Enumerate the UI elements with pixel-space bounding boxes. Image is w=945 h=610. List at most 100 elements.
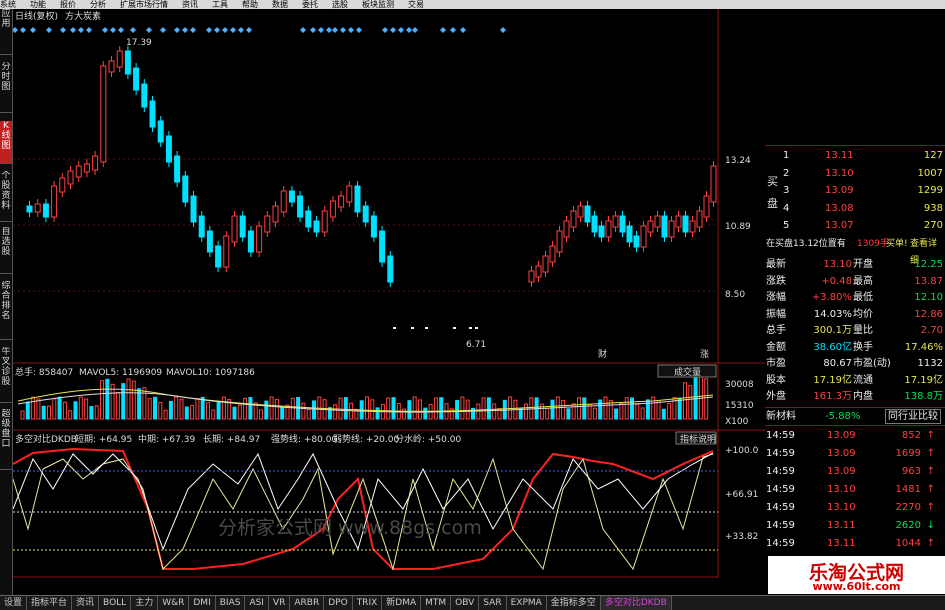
buy-order-link[interactable]: 买单! [886,236,908,253]
indicator-tab[interactable]: W&R [158,596,190,610]
candle [619,215,626,233]
compare-button[interactable]: 同行业比较 [885,409,941,424]
candle [190,195,197,223]
indicator-tab[interactable]: DPO [324,596,353,610]
volume-bar [89,406,94,420]
volume-bar [577,397,581,420]
candle [577,205,584,218]
signal-diamond-icon [450,27,456,33]
left-tab[interactable]: 应用 [0,9,12,55]
indicator-tab[interactable]: 设置 [0,596,28,610]
volume-selector[interactable]: 成交量 [674,366,701,378]
volume-bar [412,396,417,420]
menu-item[interactable]: 交易 [408,0,424,9]
indicator-tab[interactable]: MTM [421,596,452,610]
menu-item[interactable]: 选股 [332,0,348,9]
stat-value: 17.46% [904,341,943,353]
stat-row: 最新 13.10 开盘 12.25 [765,256,945,273]
left-tab[interactable]: 牛叉诊股 [0,347,12,403]
menu-item[interactable]: 数据 [272,0,288,9]
tick-volume: 1044 [895,538,921,549]
left-tab[interactable]: 个股资料 [0,171,12,222]
indicator-tab[interactable]: EXPMA [507,596,547,610]
menu-item[interactable]: 报价 [60,0,76,9]
volume-bar [423,407,428,420]
volume-bar [614,408,619,420]
candle [51,185,58,218]
menu-item[interactable]: 板块监测 [362,0,394,9]
left-tab[interactable]: 自选股 [0,227,12,274]
stat-key: 涨跌 [766,275,786,287]
indicator-tab[interactable]: ASI [245,596,269,610]
tick-row: 14:59 13.09 1699 ↑ [765,445,945,462]
volume-bar [370,399,375,420]
indicator-explain-button[interactable]: 指标说明 [680,433,716,445]
candle [370,215,377,238]
tick-time: 14:59 [766,430,795,441]
candle [362,205,369,223]
signal-diamond-icon [78,27,84,33]
stat-key: 金额 [766,341,786,353]
left-tab[interactable]: 综合排名 [0,281,12,340]
indicator-tab[interactable]: OBV [451,596,480,610]
sector-row: 新材料 -5.88% 同行业比较 [765,407,945,425]
indicator-tab[interactable]: 金指标多空 [547,596,601,610]
volume-bar [179,398,184,420]
bid-level: 2 [783,167,790,179]
left-tab[interactable]: K线图 [0,121,12,164]
stat-row: 金额 38.60亿 换手 17.46% [765,339,945,356]
bid-volume: 1299 [917,185,943,196]
indicator-tab[interactable]: VR [269,596,291,610]
menu-item[interactable]: 委托 [302,0,318,9]
left-tab[interactable]: 超级盘口 [0,409,12,470]
volume-bars [17,374,714,420]
candle [591,215,598,233]
menu-item[interactable]: 功能 [30,0,46,9]
menu-item[interactable]: 资讯 [182,0,198,9]
sector-name: 新材料 [766,411,796,422]
indicator-tab[interactable]: 新DMA [382,596,422,610]
ytick-1: 13.24 [725,156,751,166]
tick-volume: 1699 [895,448,921,459]
bid-volume: 1007 [917,167,943,179]
volume-bar [338,397,343,420]
signal-diamond-icon [206,27,212,33]
indicator-tab[interactable]: 资讯 [72,596,100,610]
osc-ytick-1: +100.0 [725,446,759,456]
osc-ytick-2: +66.91 [725,490,758,500]
osc-ytick-3: +33.82 [725,532,758,542]
left-tab[interactable]: 分时图 [0,62,12,113]
candle [256,225,263,253]
bid-row: 2 13.10 1007 [765,165,945,182]
signal-diamond-icon [412,27,418,33]
volume-bar [68,410,73,420]
bid-level: 3 [783,185,790,196]
indicator-tab[interactable]: TRIX [353,596,383,610]
menu-item[interactable]: 帮助 [242,0,258,9]
menu-item[interactable]: 系统 [0,0,16,9]
signal-diamond-icon [246,27,252,33]
volume-bar [84,398,89,420]
tick-price: 13.11 [827,520,856,531]
menu-item[interactable]: 扩展市场行情 [120,0,168,9]
volume-bar [656,400,661,420]
indicator-tab[interactable]: BOLL [99,596,132,610]
indicator-tab[interactable]: DMI [189,596,216,610]
indicator-tab[interactable]: SAR [479,596,507,610]
indicator-tab[interactable]: 主力 [131,596,159,610]
stat-key: 开盘 [853,259,873,270]
menu-item[interactable]: 工具 [212,0,228,9]
indicator-tab[interactable]: ARBR [290,596,325,610]
candle [297,195,304,218]
menu-item[interactable]: 分析 [90,0,106,9]
volume-bar [418,399,422,420]
indicator-tab[interactable]: 指标平台 [27,596,73,610]
stat-key: 最新 [766,259,786,270]
indicator-tab[interactable]: 多空对比DKDB [600,596,672,610]
indicator-tab[interactable]: BIAS [216,596,246,610]
stat-value: 17.19亿 [813,374,852,386]
volume-bar [667,402,672,420]
volume-bar [550,399,555,420]
candle [661,215,668,238]
volume-bar [486,397,491,420]
